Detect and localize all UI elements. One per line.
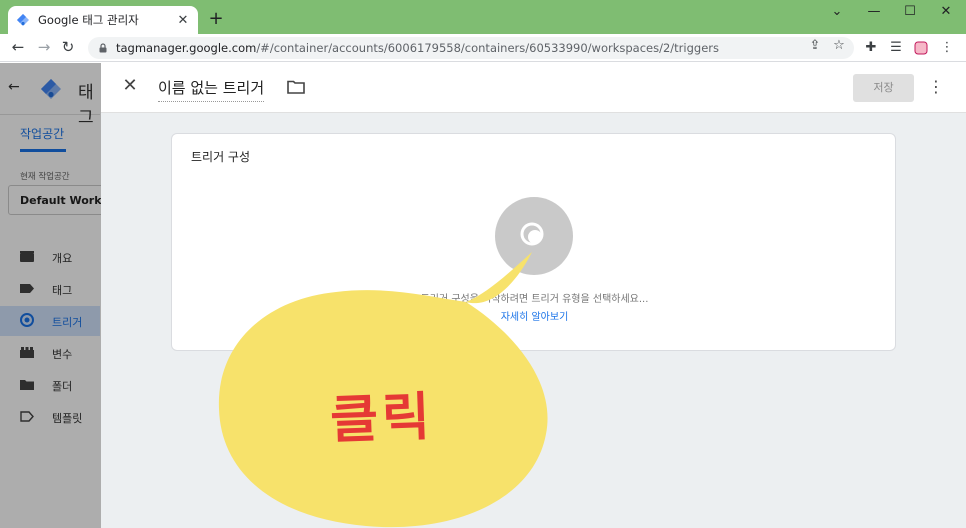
panel-header: ✕ 이름 없는 트리거 저장 ⋮ — [101, 63, 966, 113]
browser-tab[interactable]: Google 태그 관리자 ✕ — [8, 6, 198, 34]
extensions-puzzle-icon[interactable]: ✚ — [862, 39, 880, 57]
tab-close-icon[interactable]: ✕ — [176, 13, 190, 28]
choose-trigger-type-button[interactable] — [495, 197, 573, 275]
trigger-editor-panel: ✕ 이름 없는 트리거 저장 ⋮ 트리거 구성 트리거 구성을 시작하려면 트리… — [101, 63, 966, 528]
click-annotation-text: 클릭 — [329, 387, 435, 451]
url-path: /#/container/accounts/6006179558/contain… — [256, 41, 719, 55]
trigger-name-field[interactable]: 이름 없는 트리거 — [158, 77, 265, 102]
trigger-type-hint: 트리거 구성을 시작하려면 트리거 유형을 선택하세요... — [420, 294, 649, 305]
bookmark-star-icon[interactable]: ☆ — [830, 37, 848, 55]
card-title: 트리거 구성 — [191, 150, 251, 164]
close-window-button[interactable]: ✕ — [933, 4, 959, 19]
folder-icon[interactable] — [287, 80, 305, 94]
minimize-button[interactable]: — — [861, 4, 887, 19]
trigger-configuration-card[interactable]: 트리거 구성 트리거 구성을 시작하려면 트리거 유형을 선택하세요... 자세… — [171, 133, 896, 351]
gtm-favicon-icon — [17, 14, 29, 26]
maximize-button[interactable]: ☐ — [897, 4, 923, 19]
tab-title: Google 태그 관리자 — [38, 13, 139, 27]
new-tab-button[interactable]: + — [206, 9, 226, 29]
browser-tabstrip: Google 태그 관리자 ✕ + ⌄ — ☐ ✕ — [0, 0, 966, 34]
reload-icon[interactable]: ↻ — [58, 37, 78, 57]
more-vert-icon[interactable]: ⋮ — [927, 77, 945, 97]
address-bar[interactable]: tagmanager.google.com/#/container/accoun… — [88, 37, 854, 59]
learn-more-link[interactable]: 자세히 알아보기 — [172, 308, 897, 323]
tab-search-icon[interactable]: ⌄ — [824, 4, 850, 19]
reading-list-icon[interactable]: ☰ — [887, 39, 905, 57]
share-icon[interactable]: ⇪ — [806, 37, 824, 55]
save-button[interactable]: 저장 — [853, 74, 914, 102]
modal-scrim[interactable] — [0, 63, 101, 528]
browser-toolbar: ← → ↻ tagmanager.google.com/#/container/… — [0, 34, 966, 62]
browser-menu-icon[interactable]: ⋮ — [938, 39, 956, 57]
lock-icon — [99, 43, 107, 53]
url-text: tagmanager.google.com/#/container/accoun… — [116, 41, 719, 55]
url-host: tagmanager.google.com — [116, 41, 257, 55]
back-arrow-icon[interactable]: ← — [8, 37, 28, 57]
forward-arrow-icon[interactable]: → — [34, 37, 54, 57]
profile-avatar-icon[interactable] — [912, 39, 930, 57]
close-icon[interactable]: ✕ — [121, 77, 139, 95]
trigger-type-icon — [520, 222, 544, 246]
